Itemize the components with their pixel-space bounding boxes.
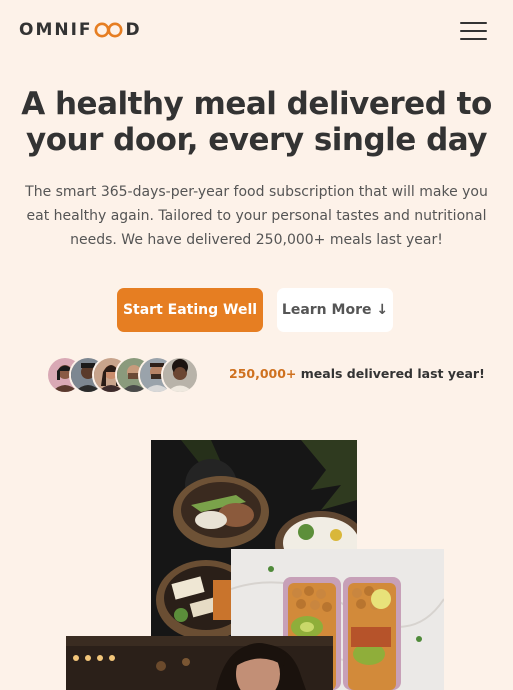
infinity-logo-icon: [94, 22, 124, 38]
hero-title: A healthy meal delivered to your door, e…: [21, 86, 492, 158]
start-eating-well-button[interactable]: Start Eating Well: [117, 288, 263, 332]
hero-description: The smart 365-days-per-year food subscri…: [25, 184, 488, 248]
site-header: OMNIF D: [0, 0, 513, 62]
logo-text-end: D: [125, 20, 142, 40]
hero-woman-eating-image: [66, 636, 333, 690]
meals-delivered-label: meals delivered last year!: [296, 366, 485, 381]
hamburger-menu-icon[interactable]: [460, 22, 487, 40]
meals-count: 250,000+: [229, 366, 297, 381]
menu-line: [460, 38, 487, 40]
menu-line: [460, 22, 487, 24]
omnifood-logo[interactable]: OMNIF D: [19, 20, 142, 40]
learn-more-button[interactable]: Learn More ↓: [277, 288, 393, 332]
customer-avatars: [46, 356, 206, 394]
menu-line: [460, 30, 487, 32]
logo-text-start: OMNIF: [19, 20, 93, 40]
meals-delivered-text: 250,000+ meals delivered last year!: [229, 366, 485, 381]
customer-avatar: [161, 356, 199, 394]
